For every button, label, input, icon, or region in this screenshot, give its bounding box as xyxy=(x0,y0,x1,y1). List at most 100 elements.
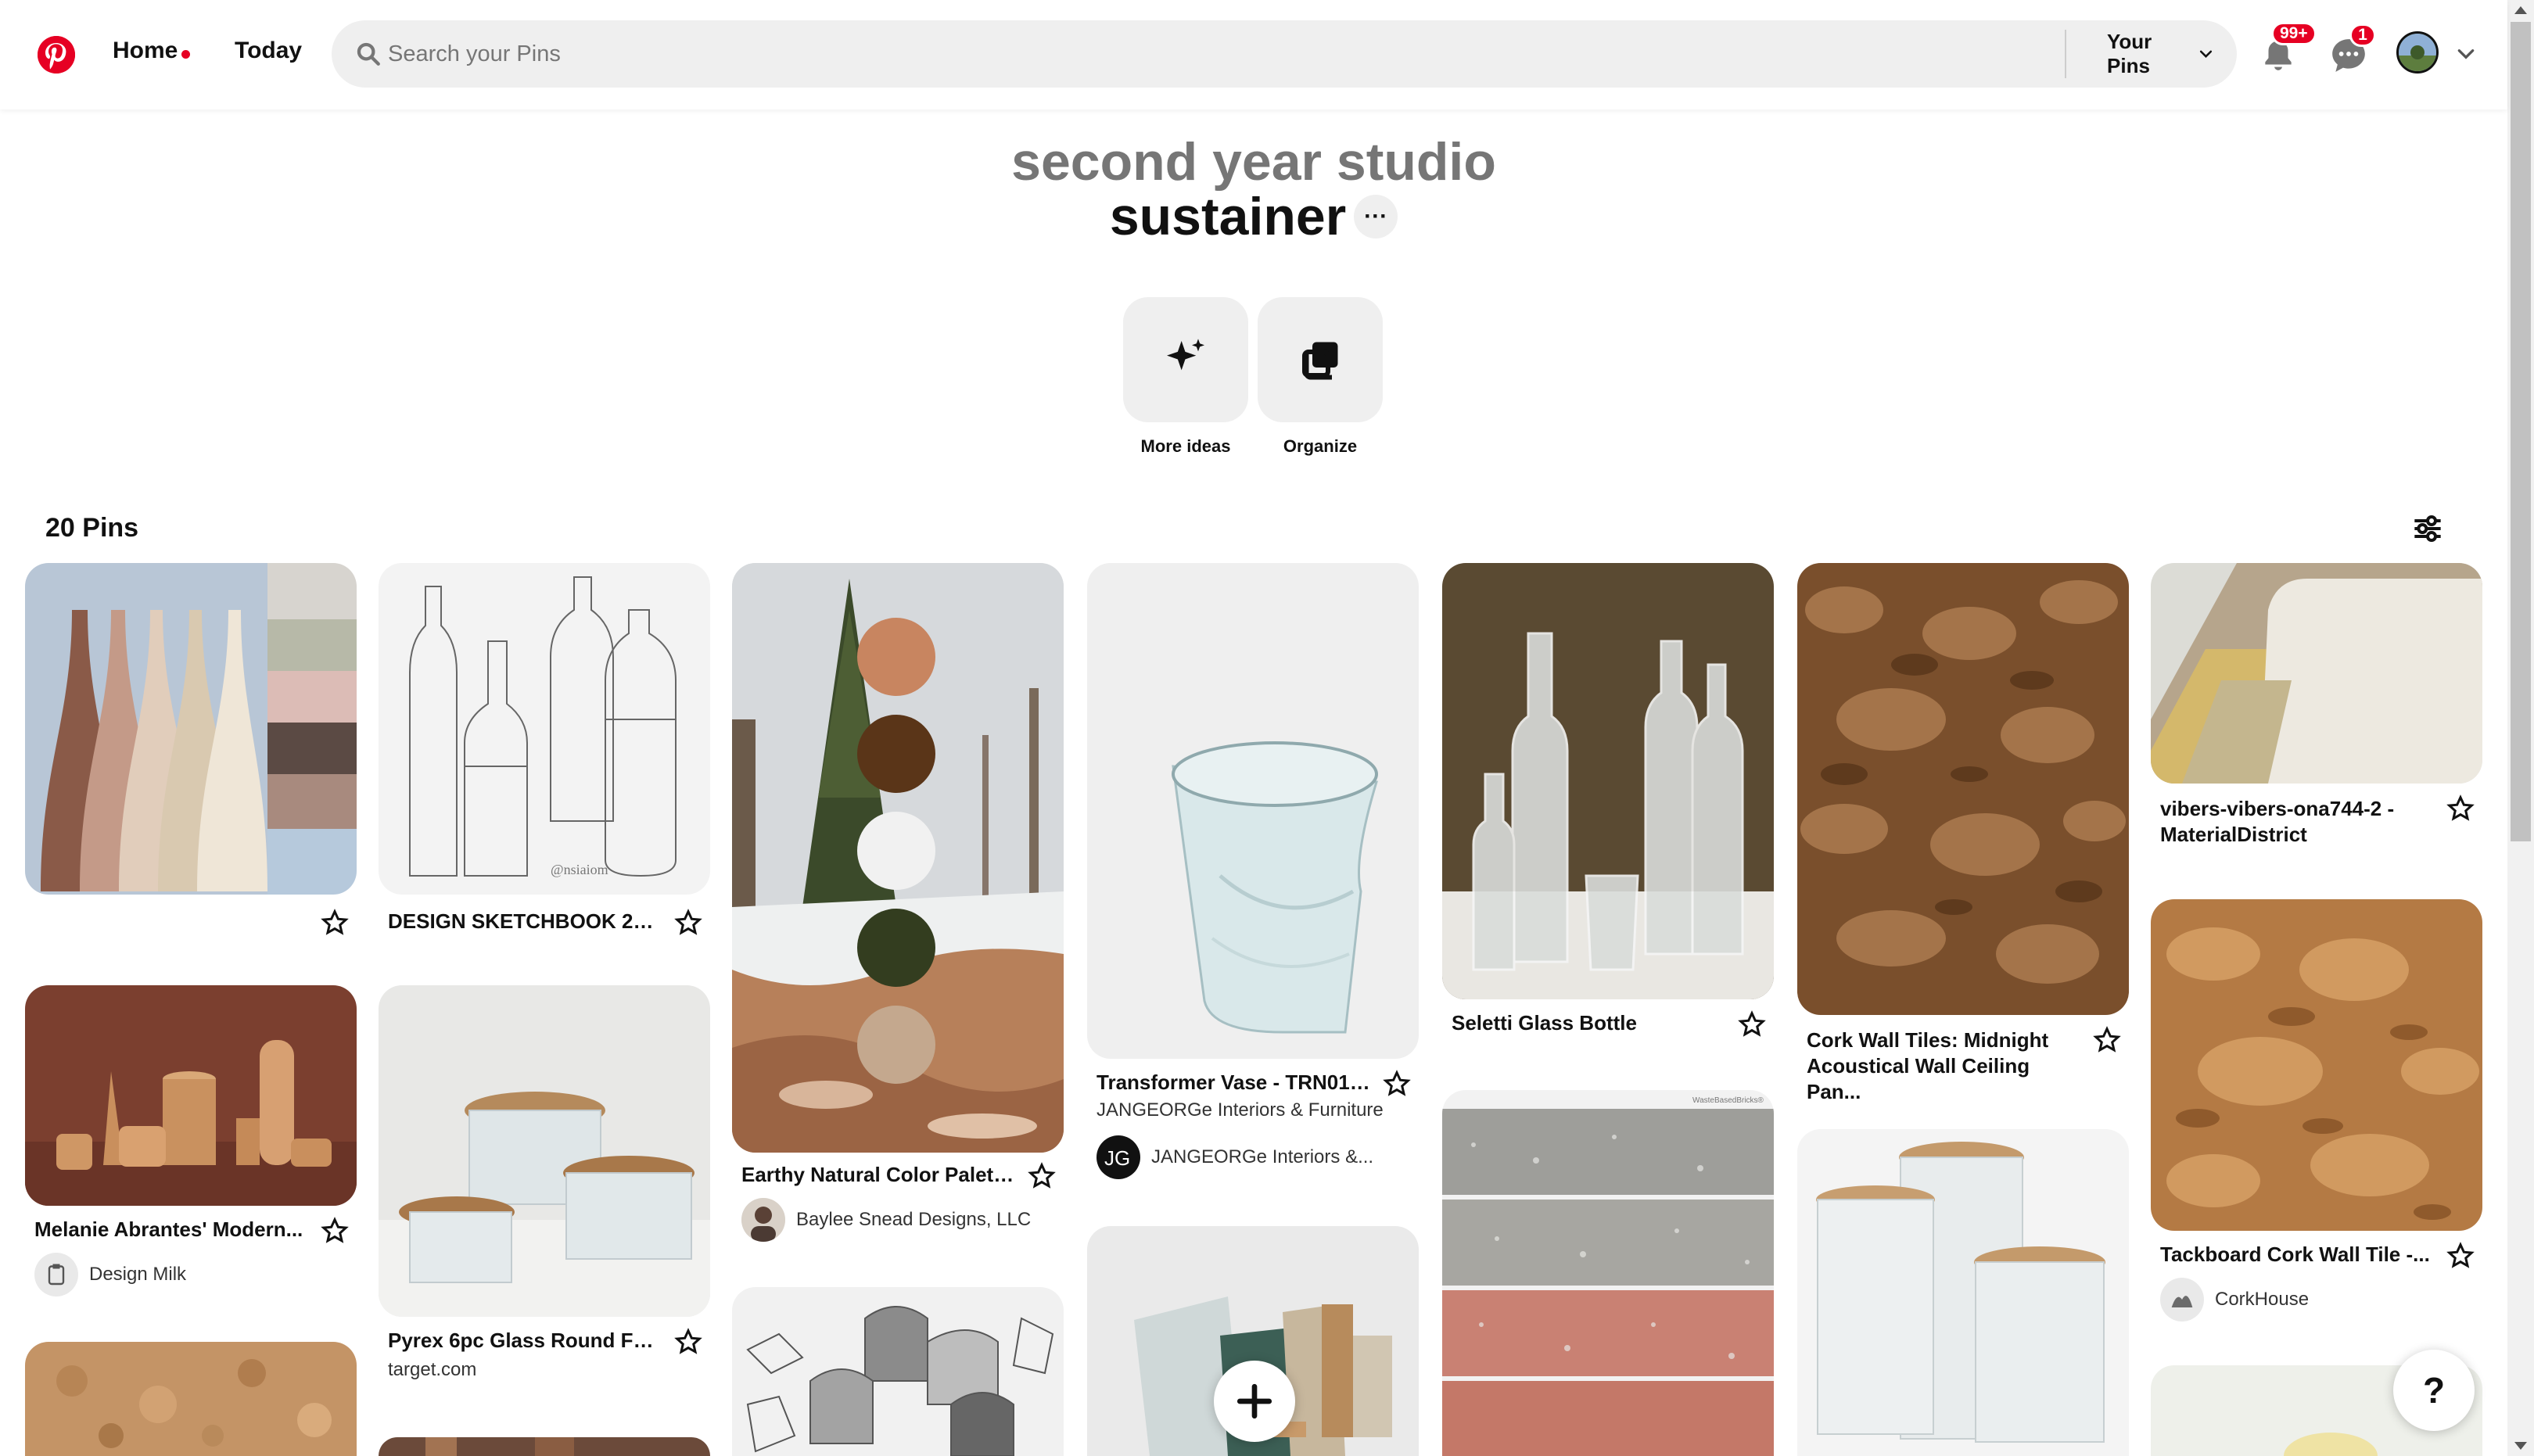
pinterest-logo-icon[interactable] xyxy=(38,36,75,74)
pin-card[interactable]: Cork Wall Tiles: Midnight Acoustical Wal… xyxy=(1797,563,2129,1103)
pin-source[interactable]: CorkHouse xyxy=(2160,1278,2309,1322)
home-new-indicator xyxy=(181,50,190,59)
pin-image-glass-containers[interactable] xyxy=(379,985,710,1317)
pin-title[interactable]: Melanie Abrantes' Modern... xyxy=(34,1217,308,1243)
pin-title[interactable]: Tackboard Cork Wall Tile -... xyxy=(2160,1242,2434,1268)
nav-home-link[interactable]: Home xyxy=(113,38,178,64)
add-pin-button[interactable] xyxy=(1214,1361,1295,1442)
pin-source[interactable]: JG JANGEORGe Interiors &... xyxy=(1097,1135,1373,1179)
search-icon xyxy=(357,42,380,66)
pin-image-cork-texture[interactable] xyxy=(25,1342,357,1456)
pin-source[interactable]: Design Milk xyxy=(34,1253,186,1296)
save-star-icon[interactable] xyxy=(674,1328,702,1356)
pin-card[interactable]: Melanie Abrantes' Modern... Design Milk xyxy=(25,985,357,1296)
pin-image-light-cork-tile[interactable] xyxy=(2151,899,2482,1231)
pin-image-glass-vase[interactable] xyxy=(1087,563,1419,1059)
pin-card[interactable]: Tackboard Cork Wall Tile -... CorkHouse xyxy=(2151,899,2482,1322)
pin-image-cork-objects[interactable] xyxy=(25,985,357,1206)
pin-image-dark-cork-tiles[interactable] xyxy=(1797,563,2129,1015)
pin-title[interactable]: Pyrex 6pc Glass Round Foo... xyxy=(388,1328,662,1354)
palette-swatch xyxy=(857,618,935,696)
pin-card[interactable]: Transformer Vase - TRN01 ... JANGEORGe I… xyxy=(1087,563,1419,1179)
pin-card[interactable]: Earthy Natural Color Palett... Baylee Sn… xyxy=(732,563,1064,1242)
save-star-icon[interactable] xyxy=(2446,794,2475,823)
save-star-icon[interactable] xyxy=(1028,1162,1056,1190)
pin-image-partial[interactable] xyxy=(379,1437,710,1456)
pin-card[interactable] xyxy=(25,1342,357,1456)
search-bar[interactable]: Your Pins xyxy=(332,20,2237,88)
more-ideas-tool[interactable]: More ideas xyxy=(1123,297,1248,457)
svg-text:WasteBasedBricks®: WasteBasedBricks® xyxy=(1692,1096,1764,1105)
save-star-icon[interactable] xyxy=(1383,1070,1411,1098)
help-button[interactable]: ? xyxy=(2393,1350,2475,1431)
scroll-up-arrow-icon[interactable] xyxy=(2514,6,2527,14)
filter-sliders-icon[interactable] xyxy=(2412,513,2443,544)
scrollbar-thumb[interactable] xyxy=(2511,22,2531,841)
pin-image-bottle-sketch[interactable]: @nsiaiom xyxy=(379,563,710,895)
pin-title[interactable]: Earthy Natural Color Palett... xyxy=(741,1162,1015,1188)
pin-card[interactable]: Pyrex 6pc Glass Round Foo... target.com xyxy=(379,985,710,1380)
save-star-icon[interactable] xyxy=(321,1217,349,1245)
pin-image-terrazzo-bricks[interactable]: WasteBasedBricks® xyxy=(1442,1090,1774,1456)
pin-image-bottle-cap-sketches[interactable] xyxy=(732,1287,1064,1456)
board-title: sustainer xyxy=(1109,187,1347,246)
search-scope-dropdown[interactable]: Your Pins xyxy=(2084,30,2237,78)
save-star-icon[interactable] xyxy=(2446,1242,2475,1270)
search-input[interactable] xyxy=(388,34,2030,74)
source-avatar: JG xyxy=(1097,1135,1140,1179)
source-avatar xyxy=(2160,1278,2204,1322)
pin-subtitle[interactable]: JANGEORGe Interiors & Furniture xyxy=(1097,1099,1402,1121)
save-star-icon[interactable] xyxy=(674,909,702,937)
pin-image-vases-palette[interactable] xyxy=(25,563,357,895)
pin-source-name: CorkHouse xyxy=(2215,1289,2310,1310)
page-scrollbar[interactable] xyxy=(2507,0,2534,1456)
organize-label: Organize xyxy=(1283,436,1358,456)
nav-today-link[interactable]: Today xyxy=(235,38,302,64)
palette-swatch xyxy=(857,812,935,890)
pin-title[interactable]: Seletti Glass Bottle xyxy=(1452,1010,1725,1036)
board-more-options-button[interactable]: ··· xyxy=(1354,195,1398,238)
search-scope-label: Your Pins xyxy=(2107,30,2152,77)
svg-text:@nsiaiom: @nsiaiom xyxy=(551,862,608,877)
pin-image-material-sheets[interactable] xyxy=(2151,563,2482,784)
pin-source[interactable]: Baylee Snead Designs, LLC xyxy=(741,1198,1031,1242)
account-menu-chevron-icon[interactable] xyxy=(2456,44,2476,64)
pin-title[interactable]: Transformer Vase - TRN01 ... xyxy=(1097,1070,1370,1096)
pin-source-name: JANGEORGe Interiors &... xyxy=(1151,1146,1374,1167)
pin-image-glass-bottles[interactable] xyxy=(1442,563,1774,999)
pin-subtitle[interactable]: target.com xyxy=(388,1359,693,1381)
pin-card[interactable] xyxy=(732,1287,1064,1456)
organize-button[interactable] xyxy=(1258,297,1383,422)
pin-card[interactable]: WasteBasedBricks® xyxy=(1442,1090,1774,1456)
pin-image-glass-jars[interactable] xyxy=(1797,1129,2129,1456)
pin-card[interactable]: Seletti Glass Bottle xyxy=(1442,563,1774,1037)
notifications-count-badge: 99+ xyxy=(2271,22,2317,45)
save-star-icon[interactable] xyxy=(1738,1010,1766,1038)
user-avatar[interactable] xyxy=(2396,31,2439,74)
scroll-down-arrow-icon[interactable] xyxy=(2514,1442,2527,1450)
svg-text:JG: JG xyxy=(1104,1146,1130,1170)
pin-card[interactable]: @nsiaiom DESIGN SKETCHBOOK 2017 xyxy=(379,563,710,935)
pin-image-earthy-palette[interactable] xyxy=(732,563,1064,1153)
pin-source-name: Design Milk xyxy=(89,1264,187,1285)
plus-icon xyxy=(1236,1383,1272,1419)
messages-count-badge: 1 xyxy=(2349,23,2376,47)
pin-card[interactable] xyxy=(1797,1129,2129,1456)
source-avatar xyxy=(34,1253,78,1296)
pin-card[interactable] xyxy=(379,1437,710,1456)
pin-card[interactable] xyxy=(25,563,357,935)
organize-tool[interactable]: Organize xyxy=(1258,297,1383,457)
pin-title[interactable]: DESIGN SKETCHBOOK 2017 xyxy=(388,909,662,934)
more-ideas-button[interactable] xyxy=(1123,297,1248,422)
board-title-row: sustainer ··· xyxy=(0,186,2507,247)
palette-swatch xyxy=(857,909,935,987)
pin-title[interactable]: Cork Wall Tiles: Midnight Acoustical Wal… xyxy=(1807,1027,2080,1105)
pin-card[interactable]: vibers-vibers-ona744-2 - MaterialDistric… xyxy=(2151,563,2482,846)
save-star-icon[interactable] xyxy=(2093,1026,2121,1054)
pin-title[interactable]: vibers-vibers-ona744-2 - MaterialDistric… xyxy=(2160,796,2434,848)
sparkle-icon xyxy=(1167,339,1204,371)
save-star-icon[interactable] xyxy=(321,909,349,937)
source-avatar xyxy=(741,1198,785,1242)
palette-swatch xyxy=(857,715,935,793)
parent-board-name[interactable]: second year studio xyxy=(0,131,2507,192)
